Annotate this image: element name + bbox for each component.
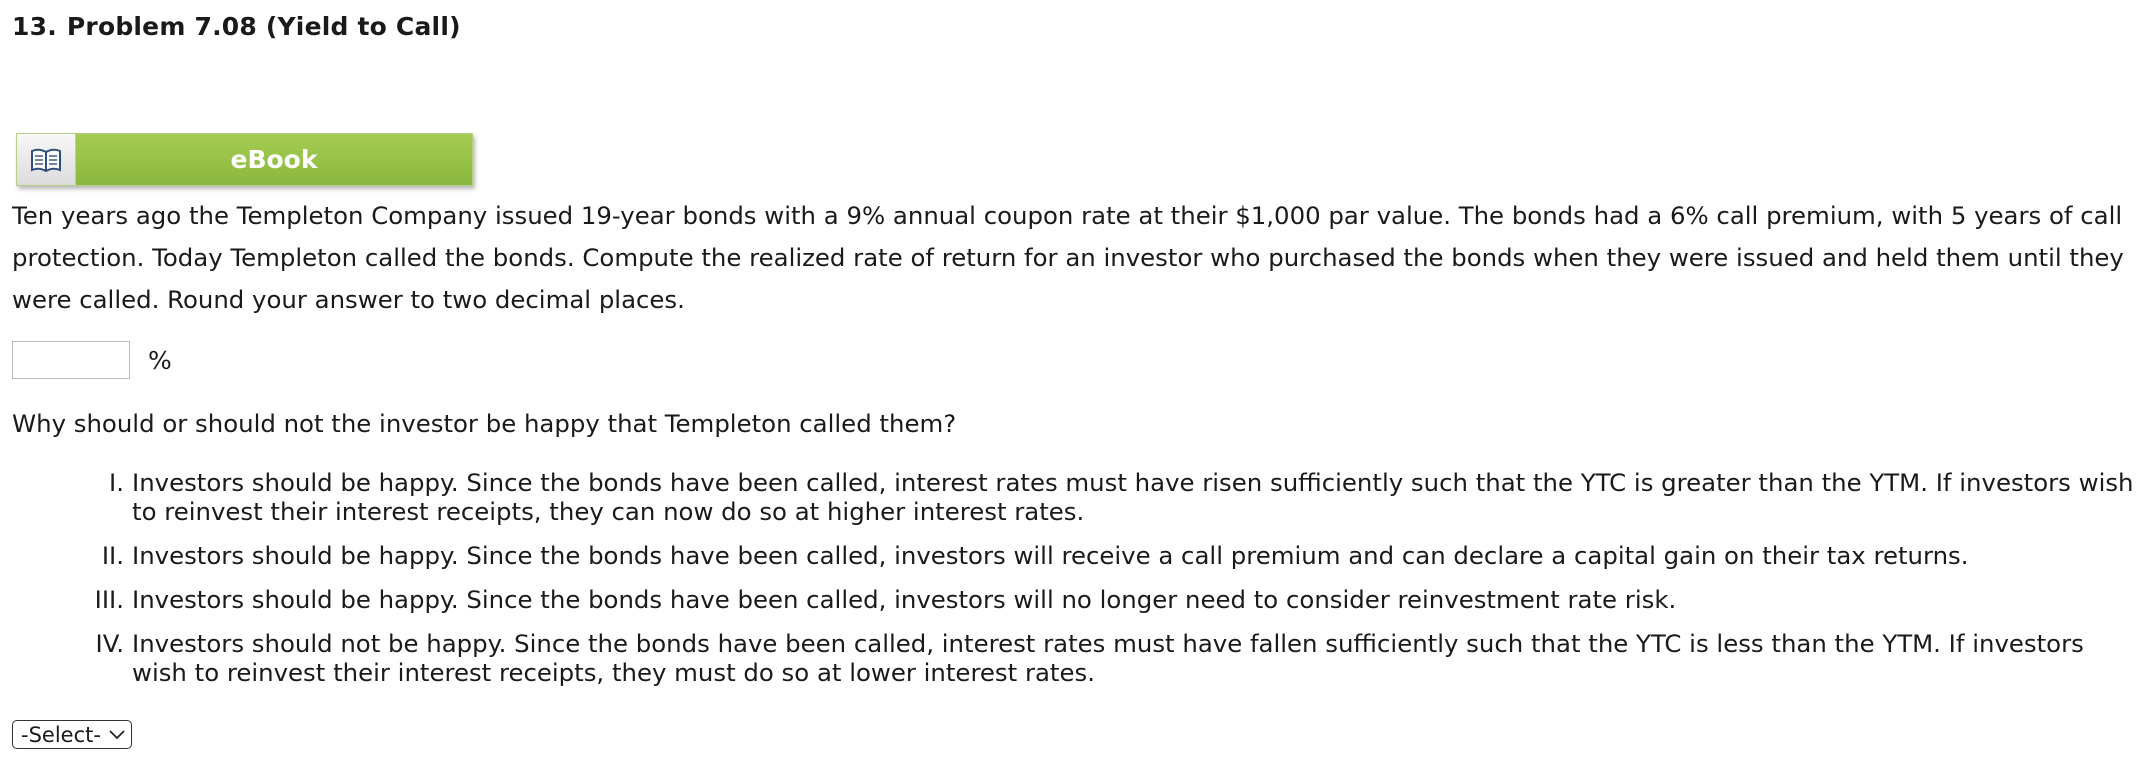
problem-title: 13. Problem 7.08 (Yield to Call) [12, 12, 461, 41]
ebook-label: eBook [76, 134, 472, 185]
problem-title-text: Problem 7.08 (Yield to Call) [66, 12, 461, 41]
problem-prompt: Ten years ago the Templeton Company issu… [12, 195, 2124, 321]
percent-unit: % [148, 345, 172, 375]
option-line: wish to reinvest their interest receipts… [132, 658, 1095, 687]
option-line: Investors should be happy. Since the bon… [132, 541, 1969, 570]
option-text: Investors should be happy. Since the bon… [132, 468, 2136, 526]
option-marker: III. [94, 585, 124, 614]
option-item: II. Investors should be happy. Since the… [12, 541, 2136, 570]
option-text: Investors should be happy. Since the bon… [132, 585, 2136, 614]
prompt-line: were called. Round your answer to two de… [12, 285, 685, 314]
option-marker: II. [101, 541, 124, 570]
option-item: IV. Investors should not be happy. Since… [12, 629, 2136, 687]
option-line: Investors should be happy. Since the bon… [132, 585, 1677, 614]
option-item: III. Investors should be happy. Since th… [12, 585, 2136, 614]
option-line: Investors should be happy. Since the bon… [132, 468, 2134, 497]
answer-row: % [12, 341, 172, 379]
realized-return-input[interactable] [12, 341, 130, 379]
answer-select[interactable]: -Select- [12, 720, 132, 749]
book-icon [17, 134, 76, 185]
options-list: I. Investors should be happy. Since the … [12, 468, 2136, 702]
answer-select-wrap: -Select- [12, 720, 132, 749]
question-text: Why should or should not the investor be… [12, 409, 957, 438]
option-marker: I. [109, 468, 124, 497]
option-line: to reinvest their interest receipts, the… [132, 497, 1085, 526]
option-item: I. Investors should be happy. Since the … [12, 468, 2136, 526]
option-text: Investors should not be happy. Since the… [132, 629, 2136, 687]
prompt-line: Ten years ago the Templeton Company issu… [12, 201, 2123, 230]
problem-number: 13. [12, 12, 57, 41]
prompt-line: protection. Today Templeton called the b… [12, 243, 2124, 272]
ebook-button[interactable]: eBook [16, 133, 473, 186]
select-value: -Select- [21, 722, 101, 747]
option-text: Investors should be happy. Since the bon… [132, 541, 2136, 570]
chevron-down-icon [109, 729, 125, 740]
option-line: Investors should not be happy. Since the… [132, 629, 2084, 658]
option-marker: IV. [95, 629, 125, 658]
